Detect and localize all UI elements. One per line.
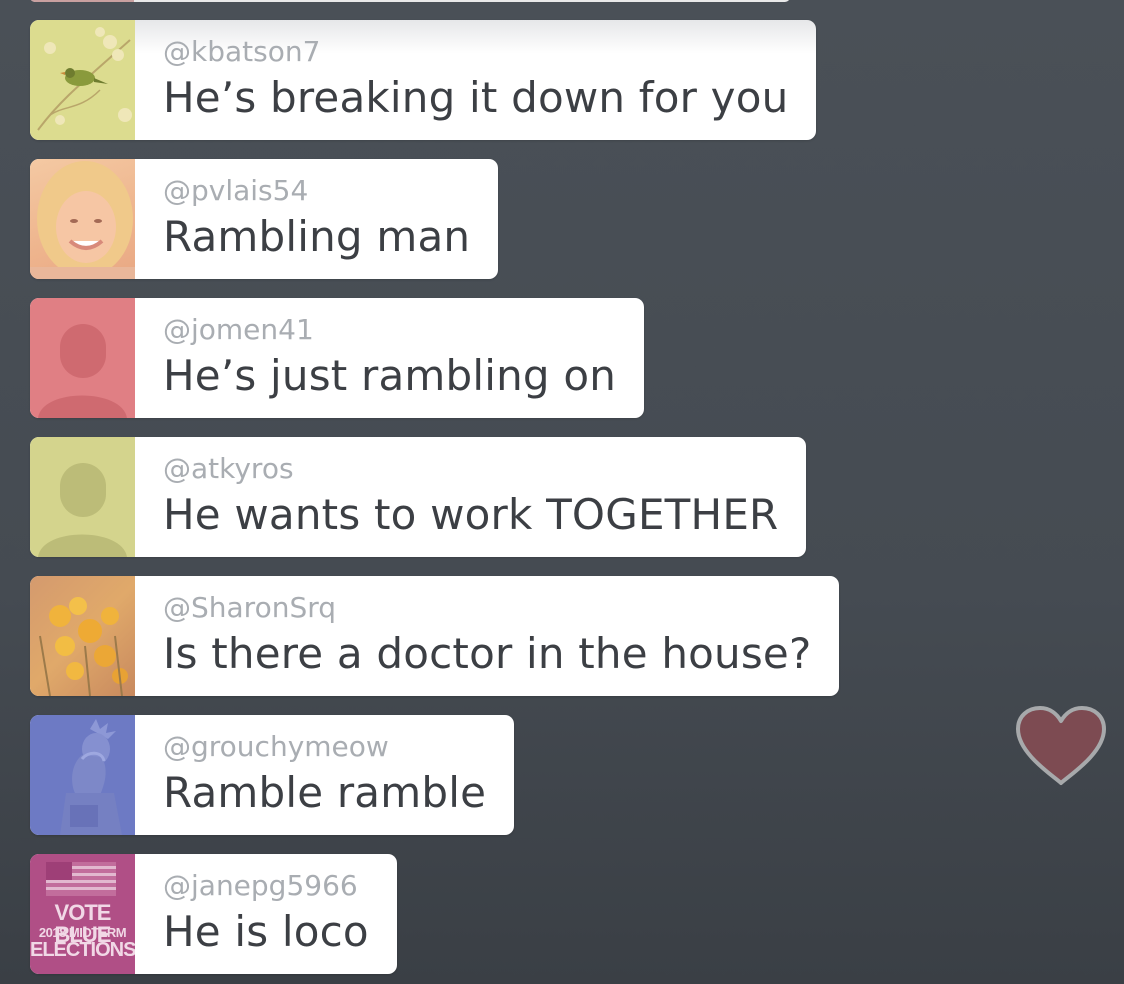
avatar[interactable] (30, 576, 135, 696)
comment-item[interactable]: @jomen41 He’s just rambling on (30, 298, 645, 418)
comment-handle[interactable]: @atkyros (163, 451, 778, 487)
elections-text: ELECTIONS (30, 939, 135, 961)
comment-item[interactable]: @atkyros He wants to work TOGETHER (30, 437, 807, 557)
comment-handle[interactable]: @pvlais54 (163, 173, 470, 209)
comment-bubble: @SharonSrq Is there a doctor in the hous… (135, 576, 839, 696)
comment-item[interactable]: VOTE BLUE 2018 MIDTERM ELECTIONS @janepg… (30, 854, 397, 974)
comment-bubble: @pvlais54 Rambling man (135, 159, 498, 279)
avatar[interactable] (30, 159, 135, 279)
comment-message: Rambling man (163, 212, 471, 261)
avatar[interactable] (30, 715, 135, 835)
comment-message: Ramble ramble (163, 768, 487, 817)
comment-message: He is loco (163, 907, 369, 956)
avatar[interactable]: VOTE BLUE 2018 MIDTERM ELECTIONS (30, 854, 135, 974)
comment-feed: @kbatson7 He’s breaking it down for you … (30, 20, 840, 984)
statue-of-liberty-icon (60, 719, 122, 835)
heart-icon[interactable] (1012, 703, 1110, 789)
comment-message: He’s just rambling on (163, 351, 617, 400)
comment-item[interactable]: @pvlais54 Rambling man (30, 159, 499, 279)
comment-handle[interactable]: @SharonSrq (163, 590, 811, 626)
comment-bubble: @jomen41 He’s just rambling on (135, 298, 644, 418)
comment-item[interactable]: @grouchymeow Ramble ramble (30, 715, 515, 835)
comment-handle[interactable]: @janepg5966 (163, 868, 369, 904)
default-silhouette-icon (38, 324, 127, 418)
bird-avatar-image (37, 27, 132, 131)
midterm-text: 2018 MIDTERM (38, 925, 127, 940)
comment-item[interactable]: @kbatson7 He’s breaking it down for you (30, 20, 817, 140)
avatar[interactable] (30, 437, 135, 557)
flowers-avatar-image (39, 597, 128, 696)
comment-bubble: @atkyros He wants to work TOGETHER (135, 437, 806, 557)
comment-handle[interactable]: @kbatson7 (163, 34, 788, 70)
comment-message: Is there a doctor in the house? (163, 629, 812, 678)
avatar[interactable] (30, 20, 135, 140)
comment-message: He’s breaking it down for you (163, 73, 789, 122)
comment-message: He wants to work TOGETHER (163, 490, 779, 539)
comment-bubble: @kbatson7 He’s breaking it down for you (135, 20, 816, 140)
comment-item[interactable]: @SharonSrq Is there a doctor in the hous… (30, 576, 840, 696)
comment-handle[interactable]: @grouchymeow (163, 729, 486, 765)
default-silhouette-icon (38, 463, 127, 557)
comment-bubble: @grouchymeow Ramble ramble (135, 715, 514, 835)
avatar[interactable] (30, 298, 135, 418)
woman-avatar-image (30, 161, 135, 279)
previous-comment-edge (30, 0, 790, 2)
comment-bubble: @janepg5966 He is loco (135, 854, 397, 974)
comment-handle[interactable]: @jomen41 (163, 312, 616, 348)
